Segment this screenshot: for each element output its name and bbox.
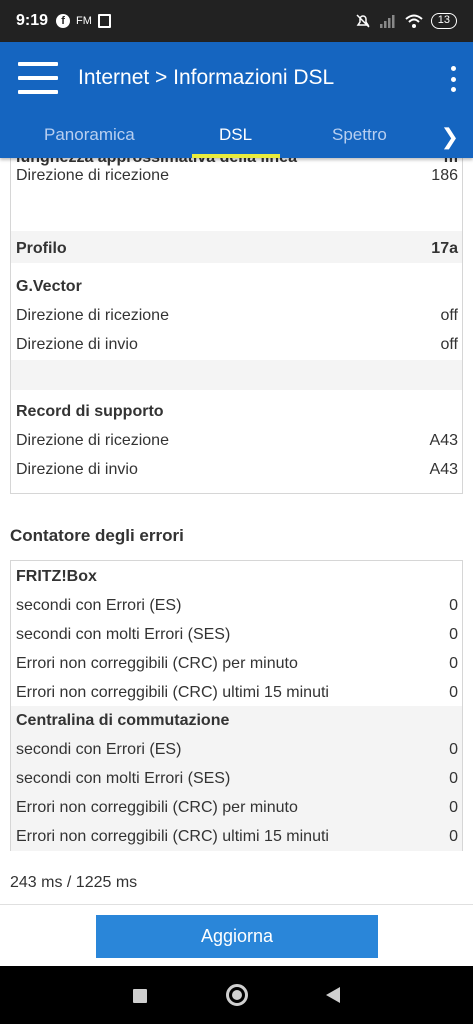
row-value: off [440,307,459,324]
row-label: Direzione di ricezione [16,432,169,449]
row-label: Errori non correggibili (CRC) ultimi 15 … [16,684,329,701]
back-icon[interactable] [326,987,340,1003]
row-value: 0 [449,799,458,816]
row-value: 0 [449,684,458,701]
section-centralina: Centralina di commutazione [11,706,462,735]
row-label: Centralina di commutazione [16,712,230,729]
timing-text: 243 ms / 1225 ms [10,874,138,891]
row-label: Errori non correggibili (CRC) per minuto [16,799,298,816]
row-label: Direzione di ricezione [16,167,169,184]
refresh-button[interactable]: Aggiorna [96,915,378,958]
row-value: 0 [449,828,458,845]
section-fritzbox: FRITZ!Box [11,562,462,591]
row-value: 17a [431,240,458,257]
twitch-icon [97,14,111,28]
row-label: Profilo [16,240,67,257]
recent-apps-icon[interactable] [133,989,147,1003]
row-value: 0 [449,626,458,643]
table-row-profilo: Profilo 17a [11,234,462,263]
table-row: secondi con molti Errori (SES) 0 [11,764,462,793]
table-row: Direzione di ricezione off [11,301,462,330]
facebook-icon: f [56,14,71,28]
row-label: G.Vector [16,278,82,295]
app-bar: Internet > Informazioni DSL Panoramica D… [0,42,473,158]
divider [0,904,473,905]
tab-dsl[interactable]: DSL [219,125,252,145]
chevron-right-icon[interactable]: ❯ [441,124,459,150]
table-row: secondi con Errori (ES) 0 [11,735,462,764]
row-label: Record di supporto [16,403,164,420]
table-row: secondi con Errori (ES) 0 [11,591,462,620]
tab-panoramica[interactable]: Panoramica [44,125,135,145]
more-options-icon[interactable] [449,66,457,92]
section-gvector: G.Vector [11,272,462,301]
status-bar: 9:19 f FM 13 [0,0,473,42]
battery-icon: 13 [430,13,457,29]
row-label: Errori non correggibili (CRC) per minuto [16,655,298,672]
tab-spettro[interactable]: Spettro [332,125,387,145]
row-value: 0 [449,741,458,758]
content-area[interactable]: lunghezza approssimativa della linea m D… [0,158,473,966]
tab-bar: Panoramica DSL Spettro ❯ [0,118,473,158]
row-value: off [440,336,459,353]
menu-icon[interactable] [18,62,58,96]
section-record: Record di supporto [11,397,462,426]
spacer-row [11,360,462,390]
row-label: secondi con molti Errori (SES) [16,770,231,787]
row-value: 186 [431,167,458,184]
home-icon[interactable] [226,984,248,1006]
table-row: Errori non correggibili (CRC) ultimi 15 … [11,678,462,707]
table-row: Errori non correggibili (CRC) per minuto… [11,649,462,678]
row-label: FRITZ!Box [16,568,97,585]
page-title: Internet > Informazioni DSL [78,66,335,89]
row-value: A43 [429,432,458,449]
row-label: Direzione di invio [16,461,138,478]
table-row: Direzione di ricezione A43 [11,426,462,455]
system-nav-bar [0,966,473,1024]
row-label: secondi con molti Errori (SES) [16,626,231,643]
row-value: 0 [449,597,458,614]
error-counter-table: FRITZ!Box secondi con Errori (ES) 0 seco… [10,560,463,851]
row-label: secondi con Errori (ES) [16,597,182,614]
row-value: 0 [449,655,458,672]
row-label: secondi con Errori (ES) [16,741,182,758]
mute-icon [356,14,370,28]
wifi-icon [405,14,423,28]
table-row: secondi con molti Errori (SES) 0 [11,620,462,649]
row-label: Direzione di ricezione [16,307,169,324]
row-value: A43 [429,461,458,478]
tab-indicator [192,154,280,158]
fm-label: FM [76,15,92,27]
table-row: Errori non correggibili (CRC) ultimi 15 … [11,822,462,851]
signal-icon [379,15,395,28]
row-value: 0 [449,770,458,787]
table-row: Direzione di invio A43 [11,455,462,484]
status-time: 9:19 [16,12,49,29]
table-row: Errori non correggibili (CRC) per minuto… [11,793,462,822]
table-row: Direzione di ricezione 186 [11,161,462,190]
table-row: Direzione di invio off [11,330,462,359]
row-label: Direzione di invio [16,336,138,353]
row-label: Errori non correggibili (CRC) ultimi 15 … [16,828,329,845]
section-title-errors: Contatore degli errori [10,526,184,545]
dsl-info-table: lunghezza approssimativa della linea m D… [10,158,463,494]
